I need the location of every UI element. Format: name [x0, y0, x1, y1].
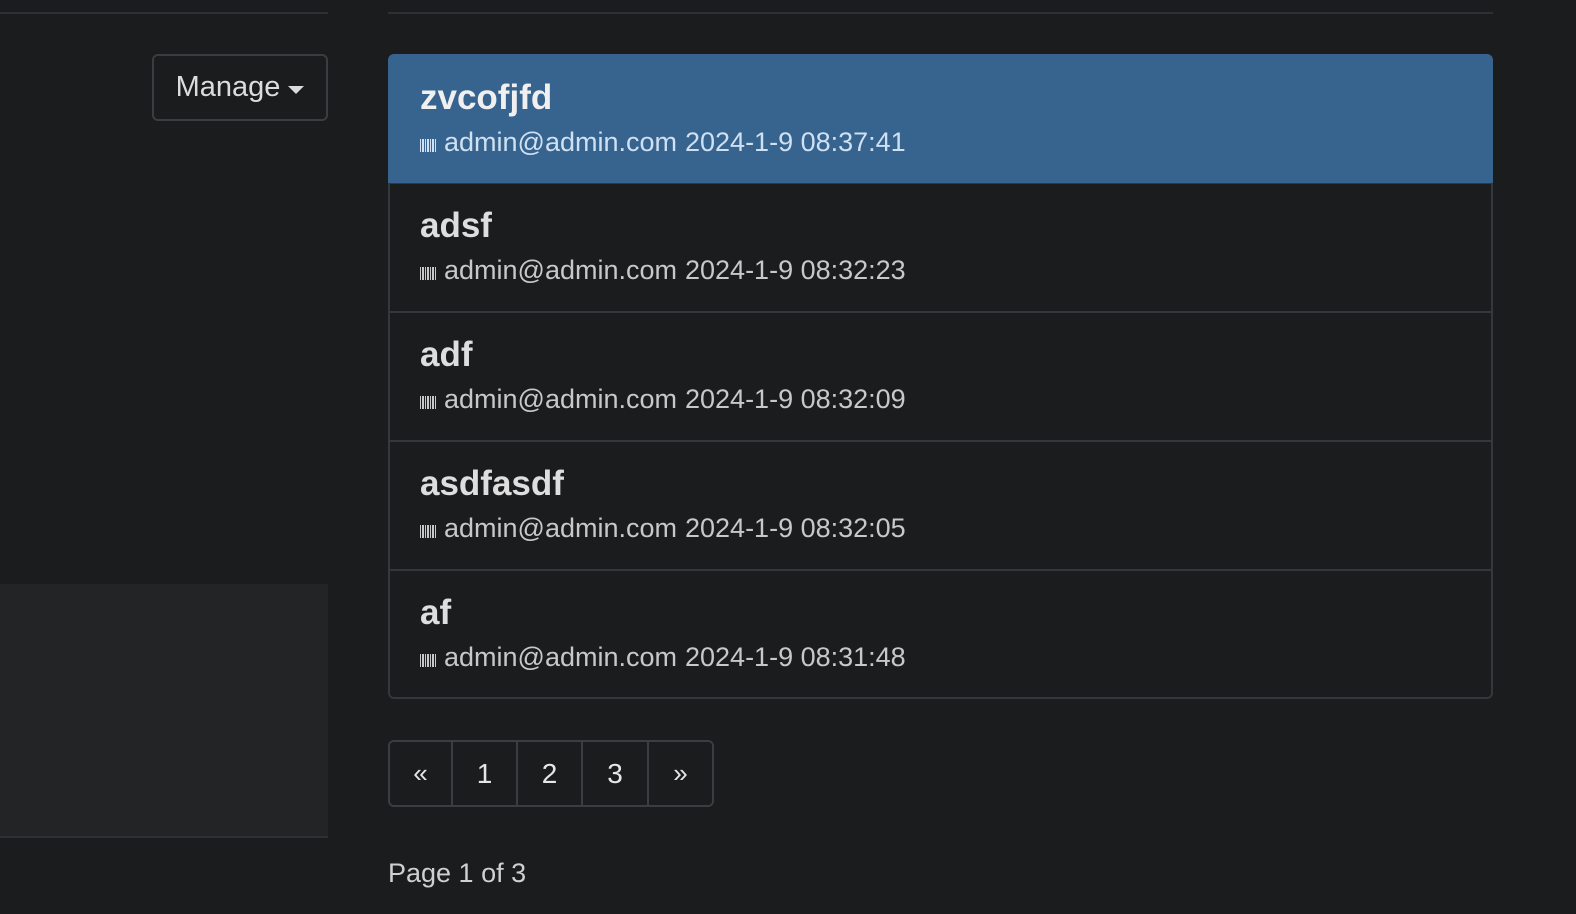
sidebar-divider: [0, 12, 328, 14]
item-author: admin@admin.com: [444, 127, 677, 157]
pagination-next-button[interactable]: »: [649, 742, 712, 805]
item-author: admin@admin.com: [444, 513, 677, 543]
item-author: admin@admin.com: [444, 255, 677, 285]
pagination-page-1[interactable]: 1: [453, 742, 518, 805]
item-meta: admin@admin.com 2024-1-9 08:32:05: [420, 508, 1461, 548]
item-timestamp: 2024-1-9 08:32:09: [685, 384, 906, 414]
pagination: « 1 2 3 »: [388, 740, 714, 807]
pagination-prev-button[interactable]: «: [390, 742, 453, 805]
sidebar-panel: r: [0, 584, 328, 838]
list-item[interactable]: af admin@admin.com 2024-1-9 08:31:48: [388, 570, 1493, 699]
barcode-icon: [420, 267, 436, 280]
manage-dropdown-button[interactable]: Manage: [152, 54, 328, 121]
item-title: adsf: [420, 206, 492, 245]
item-title: zvcofjfd: [420, 78, 553, 117]
list-item[interactable]: asdfasdf admin@admin.com 2024-1-9 08:32:…: [388, 441, 1493, 570]
page-info: Page 1 of 3: [388, 858, 527, 888]
pagination-page-2[interactable]: 2: [518, 742, 583, 805]
barcode-icon: [420, 139, 436, 152]
item-title: af: [420, 593, 452, 632]
item-meta: admin@admin.com 2024-1-9 08:31:48: [420, 637, 1461, 677]
main-divider: [388, 12, 1493, 14]
item-author: admin@admin.com: [444, 642, 677, 672]
barcode-icon: [420, 525, 436, 538]
item-meta: admin@admin.com 2024-1-9 08:37:41: [420, 122, 1461, 162]
item-timestamp: 2024-1-9 08:32:05: [685, 513, 906, 543]
item-meta: admin@admin.com 2024-1-9 08:32:09: [420, 379, 1461, 419]
main-content: zvcofjfd admin@admin.com 2024-1-9 08:37:…: [388, 0, 1493, 914]
item-timestamp: 2024-1-9 08:31:48: [685, 642, 906, 672]
sidebar: Manage r: [0, 0, 328, 914]
item-meta: admin@admin.com 2024-1-9 08:32:23: [420, 250, 1461, 290]
item-timestamp: 2024-1-9 08:37:41: [685, 127, 906, 157]
item-title: asdfasdf: [420, 464, 564, 503]
barcode-icon: [420, 396, 436, 409]
list-item[interactable]: adsf admin@admin.com 2024-1-9 08:32:23: [388, 183, 1493, 312]
manage-button-label: Manage: [175, 71, 281, 103]
item-title: adf: [420, 335, 473, 374]
item-timestamp: 2024-1-9 08:32:23: [685, 255, 906, 285]
barcode-icon: [420, 654, 436, 667]
list-item[interactable]: adf admin@admin.com 2024-1-9 08:32:09: [388, 312, 1493, 441]
caret-down-icon: [288, 85, 305, 94]
item-author: admin@admin.com: [444, 384, 677, 414]
pagination-page-3[interactable]: 3: [583, 742, 649, 805]
list-item[interactable]: zvcofjfd admin@admin.com 2024-1-9 08:37:…: [388, 54, 1493, 183]
item-list: zvcofjfd admin@admin.com 2024-1-9 08:37:…: [388, 54, 1493, 699]
